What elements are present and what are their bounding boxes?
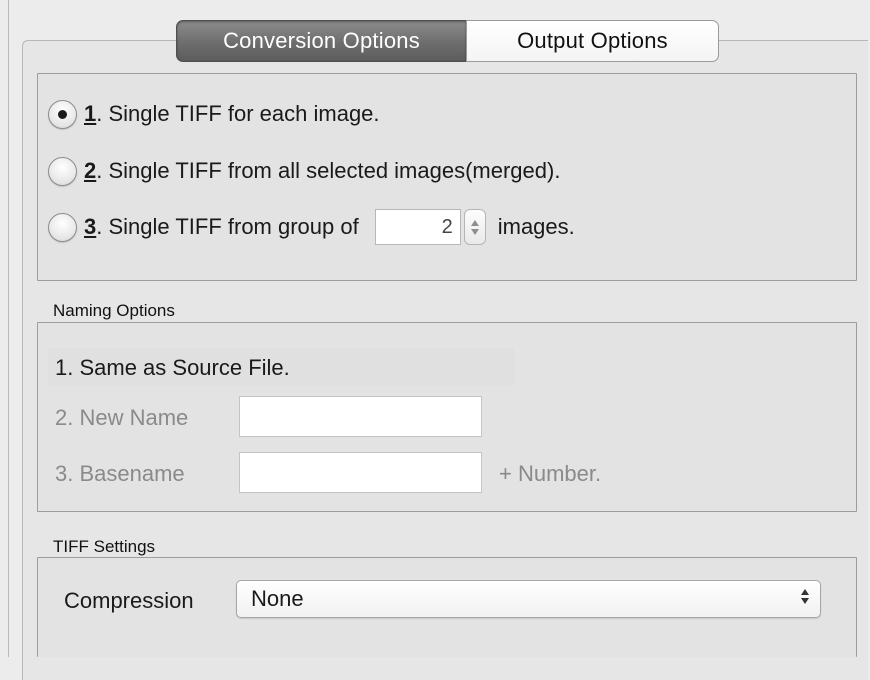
window-edge bbox=[8, 0, 9, 657]
group-suffix-label: images. bbox=[497, 214, 575, 239]
radio-button[interactable] bbox=[48, 212, 77, 242]
option-single-tiff-each[interactable]: 1. Single TIFF for each image. bbox=[48, 96, 380, 132]
new-name-label[interactable]: 2. New Name bbox=[55, 405, 188, 431]
select-up-icon bbox=[801, 589, 809, 595]
basename-label[interactable]: 3. Basename bbox=[55, 461, 185, 487]
option-number: 2 bbox=[84, 158, 97, 183]
basename-field[interactable] bbox=[239, 452, 482, 493]
tab-output-options[interactable]: Output Options bbox=[466, 20, 719, 62]
group-size-field[interactable]: 2 bbox=[374, 209, 461, 245]
select-arrows-icon bbox=[801, 589, 809, 604]
option-label: . Single TIFF for each image. bbox=[96, 101, 380, 126]
option-single-tiff-group[interactable]: 3. Single TIFF from group of 2 images. bbox=[48, 209, 575, 245]
radio-button[interactable] bbox=[48, 156, 77, 186]
radio-selected-dot bbox=[58, 109, 67, 119]
compression-select[interactable]: None bbox=[236, 580, 821, 618]
compression-value: None bbox=[251, 586, 304, 611]
stepper-up-icon[interactable] bbox=[470, 219, 479, 226]
select-down-icon bbox=[801, 598, 809, 604]
naming-options-title: Naming Options bbox=[49, 301, 181, 321]
stepper-down-icon[interactable] bbox=[470, 228, 479, 235]
tiff-settings-title: TIFF Settings bbox=[49, 537, 162, 557]
option-single-tiff-merged[interactable]: 2. Single TIFF from all selected images(… bbox=[48, 153, 560, 189]
tab-bar: Conversion Options Output Options bbox=[176, 20, 719, 62]
same-as-source-option[interactable]: 1. Same as Source File. bbox=[55, 355, 290, 381]
number-suffix-label: + Number. bbox=[499, 461, 602, 486]
option-label: . Single TIFF from all selected images(m… bbox=[96, 158, 561, 183]
compression-label: Compression bbox=[64, 588, 194, 613]
new-name-field[interactable] bbox=[239, 396, 482, 437]
tab-conversion-options[interactable]: Conversion Options bbox=[176, 20, 466, 62]
group-size-stepper[interactable] bbox=[463, 209, 486, 245]
option-number: 1 bbox=[84, 101, 97, 126]
option-label: . Single TIFF from group of bbox=[96, 214, 359, 239]
option-number: 3 bbox=[84, 214, 97, 239]
radio-button[interactable] bbox=[48, 99, 77, 129]
